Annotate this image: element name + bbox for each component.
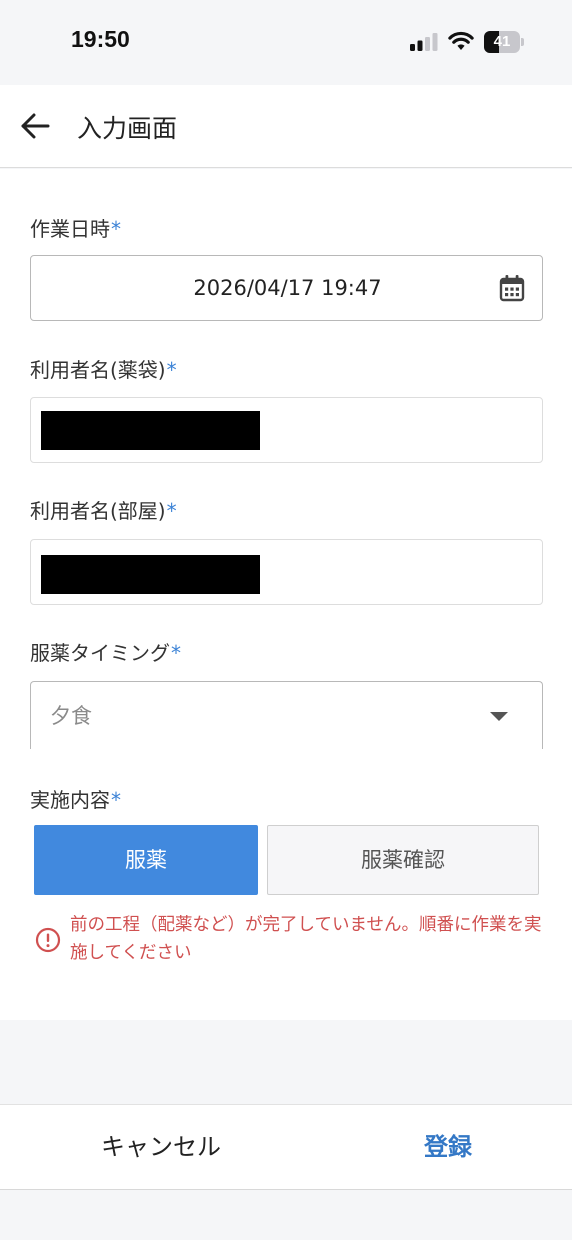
app-header: 入力画面	[0, 85, 572, 168]
battery-icon: 41	[484, 31, 524, 53]
work-datetime-value: 2026/04/17 19:47	[193, 276, 382, 300]
work-datetime-label-text: 作業日時	[30, 217, 110, 241]
wifi-icon	[448, 31, 474, 50]
cancel-button[interactable]: キャンセル	[76, 1105, 246, 1189]
user-name-room-label-text: 利用者名(部屋)	[30, 499, 166, 523]
error-circle-icon	[35, 927, 61, 953]
user-name-bag-label-text: 利用者名(薬袋)	[30, 358, 166, 382]
back-button[interactable]	[12, 103, 58, 149]
required-mark: *	[171, 641, 181, 665]
battery-level: 41	[493, 33, 511, 50]
user-name-room-field[interactable]	[30, 539, 543, 605]
submit-button[interactable]: 登録	[390, 1105, 506, 1189]
action-label-text: 実施内容	[30, 788, 110, 812]
timing-label: 服薬タイミング*	[30, 637, 181, 666]
action-label: 実施内容*	[30, 784, 121, 813]
action-option-medication[interactable]: 服薬	[34, 825, 258, 895]
action-option-medication-check[interactable]: 服薬確認	[267, 825, 539, 895]
user-name-bag-field[interactable]	[30, 397, 543, 463]
dropdown-arrow-icon	[490, 712, 508, 721]
cellular-signal-icon	[410, 33, 438, 51]
calendar-icon[interactable]	[499, 274, 525, 302]
status-bar: 19:50 41	[0, 0, 572, 85]
battery-body: 41	[484, 31, 520, 53]
required-mark: *	[166, 358, 177, 382]
user-name-room-label: 利用者名(部屋)*	[30, 495, 177, 524]
error-message: 前の工程（配薬など）が完了していません。順番に作業を実施してください	[35, 911, 545, 971]
timing-select[interactable]: 夕食	[30, 681, 543, 749]
status-time: 19:50	[71, 26, 130, 52]
user-name-bag-label: 利用者名(薬袋)*	[30, 354, 177, 383]
required-mark: *	[111, 788, 121, 812]
timing-label-text: 服薬タイミング	[30, 641, 170, 665]
footer-actions: キャンセル 登録	[0, 1104, 572, 1190]
timing-selected-value: 夕食	[50, 704, 92, 728]
page-title: 入力画面	[77, 114, 178, 143]
work-datetime-label: 作業日時*	[30, 213, 121, 242]
battery-cap	[521, 38, 524, 46]
error-text: 前の工程（配薬など）が完了していません。順番に作業を実施してください	[70, 915, 542, 963]
required-mark: *	[166, 499, 177, 523]
redacted-value	[41, 411, 260, 450]
form-card: 作業日時* 2026/04/17 19:47 利用者名(薬袋)* 利用者名(部屋…	[0, 169, 572, 1020]
work-datetime-field[interactable]: 2026/04/17 19:47	[30, 255, 543, 321]
arrow-left-icon	[21, 113, 50, 139]
redacted-value	[41, 555, 260, 594]
required-mark: *	[111, 217, 121, 241]
